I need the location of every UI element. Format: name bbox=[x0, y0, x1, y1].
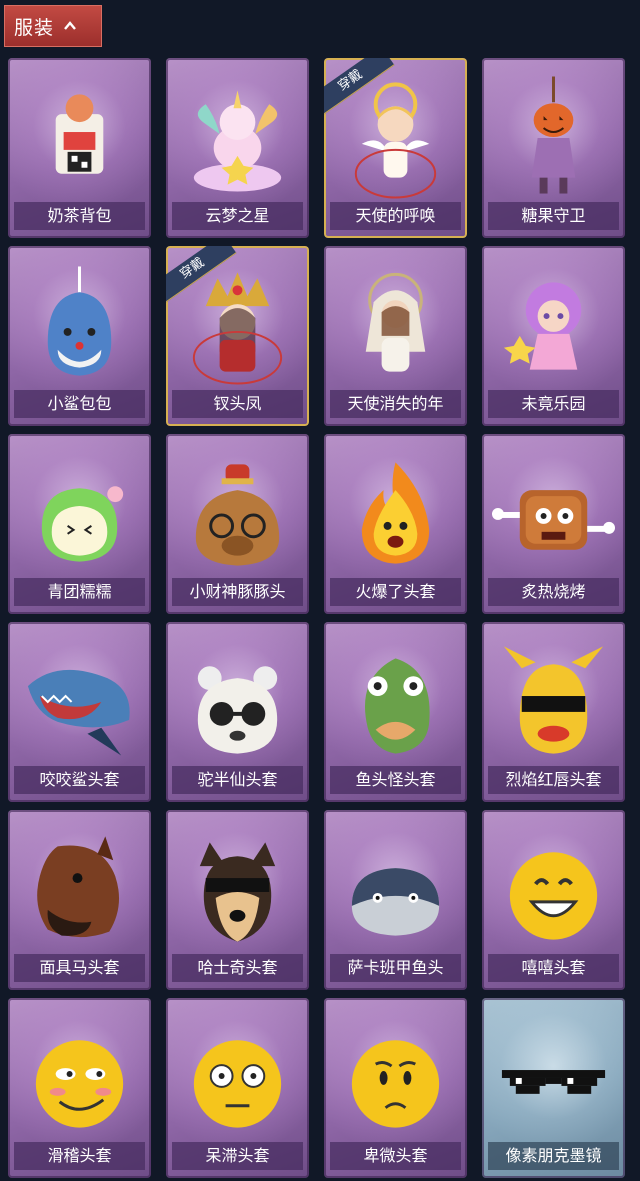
costume-card[interactable]: 鱼头怪头套 bbox=[324, 622, 467, 802]
costume-name: 炙热烧烤 bbox=[488, 578, 619, 606]
costume-card[interactable]: 火爆了头套 bbox=[324, 434, 467, 614]
costume-card[interactable]: 卑微头套 bbox=[324, 998, 467, 1178]
costume-card[interactable]: 糖果守卫 bbox=[482, 58, 625, 238]
fish-head-icon bbox=[364, 658, 430, 754]
pumpkin-doll-icon bbox=[531, 76, 576, 194]
costume-name: 钗头凤 bbox=[172, 390, 303, 418]
pink-hair-doll-icon bbox=[503, 282, 582, 370]
costume-name: 呆滞头套 bbox=[172, 1142, 303, 1170]
costume-name: 小财神豚豚头 bbox=[172, 578, 303, 606]
costume-name: 面具马头套 bbox=[14, 954, 145, 982]
fire-head-icon bbox=[361, 462, 430, 564]
horse-head-icon bbox=[37, 836, 120, 938]
costume-name: 卑微头套 bbox=[330, 1142, 461, 1170]
grin-emoji-head-icon bbox=[509, 852, 598, 940]
costume-name: 像素朋克墨镜 bbox=[488, 1142, 619, 1170]
costume-card[interactable]: 烈焰红唇头套 bbox=[482, 622, 625, 802]
costume-card[interactable]: 未竟乐园 bbox=[482, 246, 625, 426]
costume-name: 未竟乐园 bbox=[488, 390, 619, 418]
costume-name: 奶茶背包 bbox=[14, 202, 145, 230]
costume-name: 云梦之星 bbox=[172, 202, 303, 230]
costume-name: 火爆了头套 bbox=[330, 578, 461, 606]
costume-name: 哈士奇头套 bbox=[172, 954, 303, 982]
costume-card[interactable]: 天使消失的年 bbox=[324, 246, 467, 426]
costume-name: 嘻嘻头套 bbox=[488, 954, 619, 982]
costume-name: 糖果守卫 bbox=[488, 202, 619, 230]
stunned-emoji-head-icon bbox=[193, 1040, 282, 1128]
bear-sunglasses-head-icon bbox=[197, 666, 278, 754]
costume-card[interactable]: 穿戴 钗头凤 bbox=[166, 246, 309, 426]
costume-card[interactable]: 小财神豚豚头 bbox=[166, 434, 309, 614]
costume-name: 天使消失的年 bbox=[330, 390, 461, 418]
capybara-god-head-icon bbox=[195, 464, 280, 566]
green-mochi-head-icon bbox=[41, 486, 124, 562]
costume-card[interactable]: 嘻嘻头套 bbox=[482, 810, 625, 990]
costume-card[interactable]: 像素朋克墨镜 bbox=[482, 998, 625, 1178]
milk-tea-backpack-icon bbox=[55, 94, 104, 174]
shark-head-icon bbox=[27, 669, 130, 756]
costume-name: 鱼头怪头套 bbox=[330, 766, 461, 794]
costume-card[interactable]: 面具马头套 bbox=[8, 810, 151, 990]
bbq-meat-head-icon bbox=[492, 490, 615, 550]
costume-card[interactable]: 小鲨包包 bbox=[8, 246, 151, 426]
costume-card[interactable]: 滑稽头套 bbox=[8, 998, 151, 1178]
costume-card[interactable]: 咬咬鲨头套 bbox=[8, 622, 151, 802]
costume-name: 咬咬鲨头套 bbox=[14, 766, 145, 794]
costume-card[interactable]: 呆滞头套 bbox=[166, 998, 309, 1178]
costume-card[interactable]: 哈士奇头套 bbox=[166, 810, 309, 990]
humble-emoji-head-icon bbox=[351, 1040, 440, 1128]
costume-name: 萨卡班甲鱼头 bbox=[330, 954, 461, 982]
costume-card[interactable]: 奶茶背包 bbox=[8, 58, 151, 238]
costume-card[interactable]: 云梦之星 bbox=[166, 58, 309, 238]
costume-grid: 奶茶背包 云梦之星 穿戴 天使的呼唤 糖果守卫小鲨包包 穿戴 钗头凤 天使消失的年 未竟乐园青团… bbox=[8, 58, 625, 1178]
fish-blob-head-icon bbox=[351, 868, 440, 936]
veiled-angel-doll-icon bbox=[365, 272, 426, 372]
section-title: 服装 bbox=[14, 16, 55, 39]
costume-card[interactable]: 驼半仙头套 bbox=[166, 622, 309, 802]
costume-card[interactable]: 炙热烧烤 bbox=[482, 434, 625, 614]
costume-name: 滑稽头套 bbox=[14, 1142, 145, 1170]
costume-card[interactable]: 穿戴 天使的呼唤 bbox=[324, 58, 467, 238]
costume-card[interactable]: 青团糯糯 bbox=[8, 434, 151, 614]
unicorn-cloud-icon bbox=[193, 90, 282, 192]
costume-card[interactable]: 萨卡班甲鱼头 bbox=[324, 810, 467, 990]
chevron-up-icon bbox=[64, 21, 76, 30]
costume-name: 驼半仙头套 bbox=[172, 766, 303, 794]
yellow-mask-head-icon bbox=[503, 646, 604, 754]
smirk-emoji-head-icon bbox=[35, 1040, 124, 1128]
costume-name: 天使的呼唤 bbox=[330, 202, 461, 230]
pixel-sunglasses-icon bbox=[501, 1070, 606, 1094]
costume-name: 青团糯糯 bbox=[14, 578, 145, 606]
shark-bag-icon bbox=[47, 266, 112, 376]
clothing-section-header[interactable]: 服装 bbox=[4, 5, 102, 47]
husky-head-icon bbox=[199, 842, 276, 942]
costume-name: 烈焰红唇头套 bbox=[488, 766, 619, 794]
costume-name: 小鲨包包 bbox=[14, 390, 145, 418]
